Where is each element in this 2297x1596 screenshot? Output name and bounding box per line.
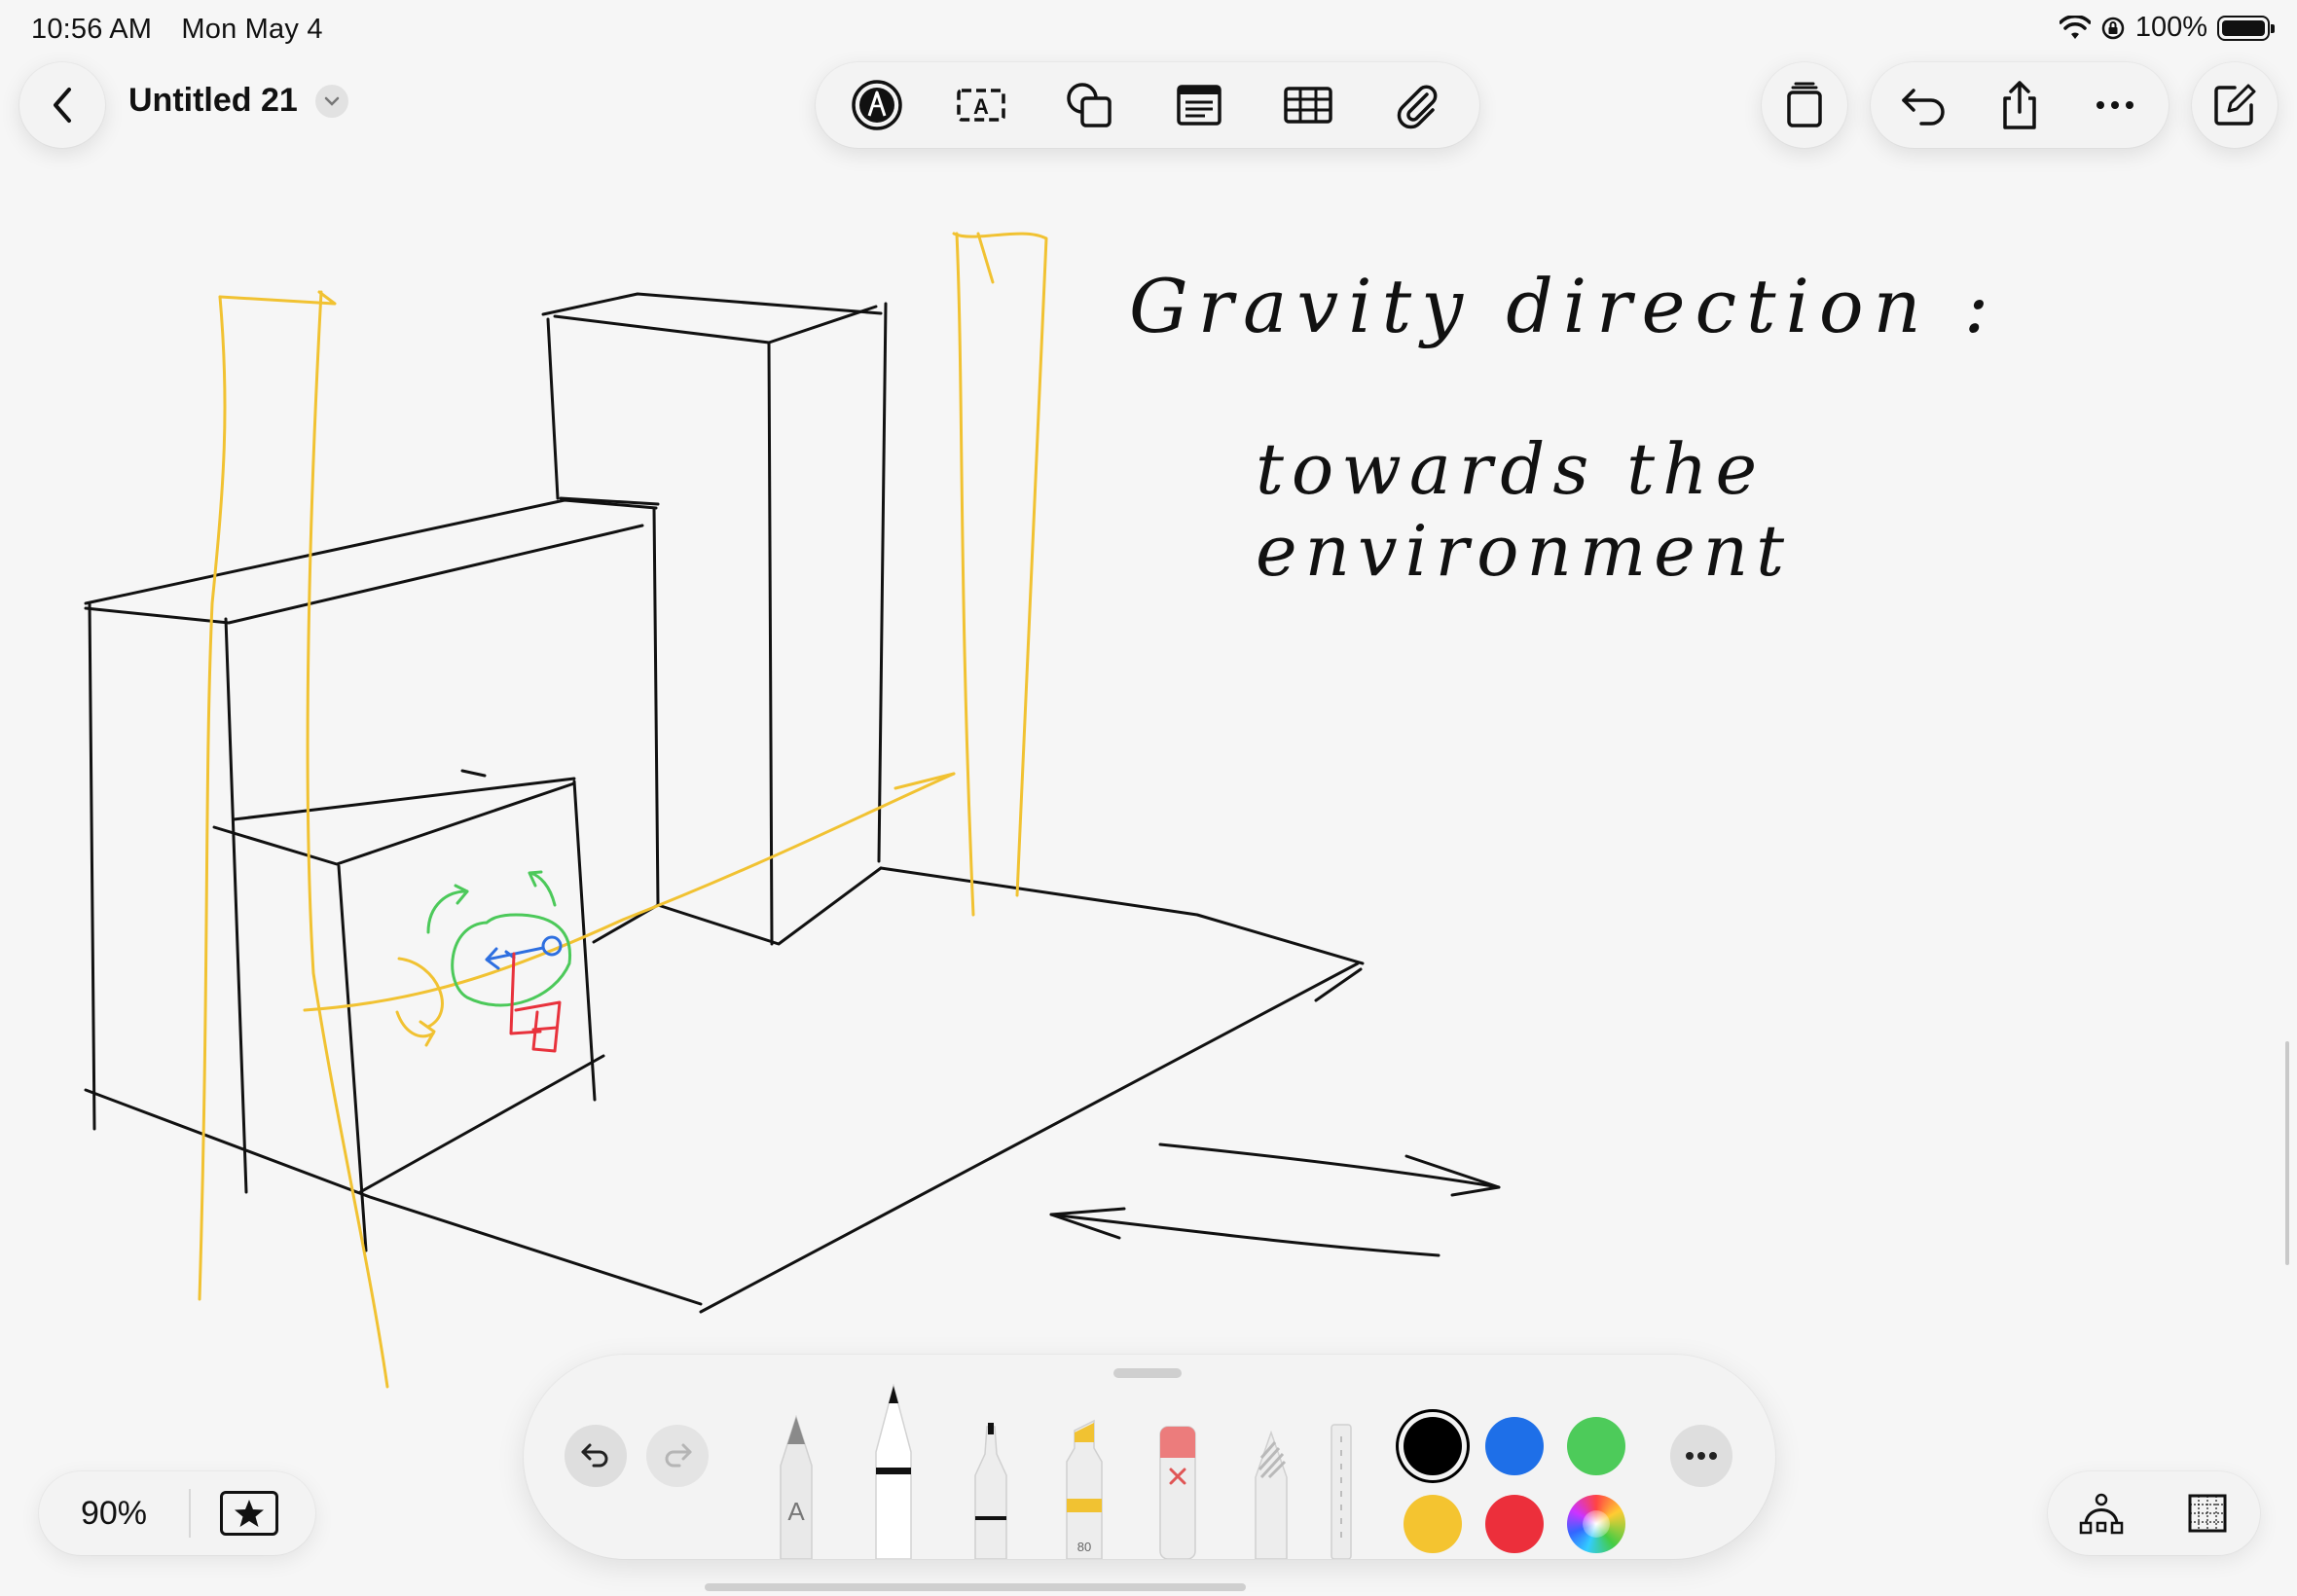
color-swatch-black[interactable] (1404, 1417, 1462, 1475)
favorite-button[interactable] (220, 1491, 278, 1536)
svg-text:A: A (787, 1497, 805, 1526)
highlighter-tool[interactable]: 80 (1061, 1419, 1108, 1559)
shape-recognition-button[interactable] (2062, 1474, 2140, 1552)
grid-icon (2188, 1494, 2226, 1533)
palette-redo-button[interactable] (646, 1425, 709, 1487)
grid-button[interactable] (2169, 1474, 2246, 1552)
more-icon (1686, 1452, 1717, 1460)
divider (189, 1489, 191, 1538)
color-swatch-red[interactable] (1485, 1495, 1544, 1553)
zoom-level[interactable]: 90% (39, 1495, 189, 1533)
bezier-curve-icon (2079, 1493, 2123, 1535)
handwriting-line-2: towards the environment (1256, 428, 1793, 592)
highlighter-label: 80 (1077, 1540, 1091, 1554)
color-swatch-blue[interactable] (1485, 1417, 1544, 1475)
color-swatch-green[interactable] (1567, 1417, 1625, 1475)
marker-tool[interactable] (872, 1384, 915, 1559)
yellow-sketch (198, 232, 1048, 1389)
fineliner-tool[interactable] (969, 1423, 1012, 1559)
handwriting-line-1: Gravity direction : (1129, 263, 1999, 349)
color-picker-swatch[interactable] (1567, 1495, 1625, 1553)
zoom-controls: 90% (39, 1471, 315, 1555)
drawing-palette: A 80 (524, 1355, 1775, 1559)
palette-more-button[interactable] (1670, 1425, 1732, 1487)
redo-icon (665, 1443, 692, 1468)
pencil-tool[interactable] (1250, 1429, 1293, 1559)
palette-grabber[interactable] (1113, 1368, 1182, 1378)
eraser-tool[interactable] (1156, 1423, 1199, 1559)
ruler-tool[interactable] (1330, 1423, 1353, 1559)
undo-icon (581, 1443, 608, 1468)
color-swatch-yellow[interactable] (1404, 1495, 1462, 1553)
star-icon (235, 1500, 264, 1527)
vertical-scrollbar[interactable] (2285, 1041, 2289, 1265)
palette-undo-button[interactable] (565, 1425, 627, 1487)
pen-A-tool[interactable]: A (775, 1415, 818, 1559)
home-indicator[interactable] (705, 1583, 1246, 1591)
canvas-options (2048, 1471, 2260, 1555)
